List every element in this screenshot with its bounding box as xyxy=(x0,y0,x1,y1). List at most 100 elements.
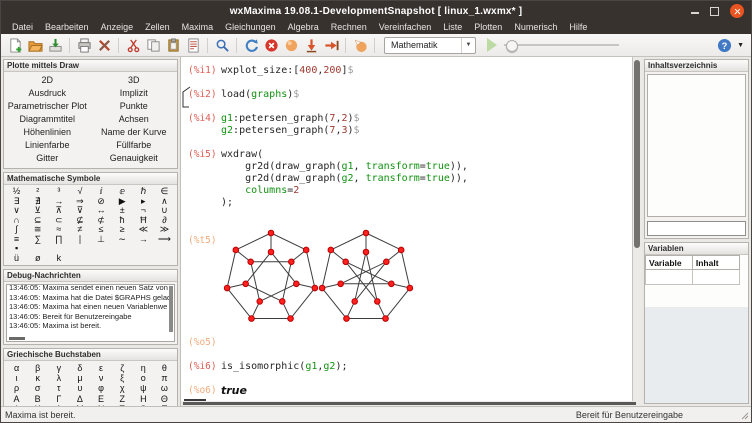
restart-icon[interactable] xyxy=(242,36,260,54)
greek-letter-button[interactable]: η xyxy=(133,363,154,373)
greek-letter-button[interactable]: μ xyxy=(69,373,90,383)
greek-letter-button[interactable]: Θ xyxy=(154,394,175,404)
animation-slider[interactable] xyxy=(504,38,619,52)
slider-thumb[interactable] xyxy=(506,40,518,52)
symbol-button[interactable]: ∼ xyxy=(112,235,133,245)
symbol-button[interactable]: ⊥ xyxy=(91,235,112,245)
draw-button[interactable]: Linienfarbe xyxy=(4,139,91,152)
greek-letter-button[interactable]: θ xyxy=(154,363,175,373)
draw-button[interactable]: Name der Kurve xyxy=(91,126,178,139)
maximize-button[interactable] xyxy=(710,7,719,16)
menu-maxima[interactable]: Maxima xyxy=(176,21,220,34)
draw-button[interactable]: Implizit xyxy=(91,87,178,100)
symbol-button[interactable]: ø xyxy=(27,254,48,264)
configure-icon[interactable] xyxy=(95,36,113,54)
symbol-button[interactable]: ∑ xyxy=(27,235,48,245)
toolbar-overflow-icon[interactable]: ▼ xyxy=(737,42,744,49)
menu-anzeige[interactable]: Anzeige xyxy=(95,21,140,34)
symbol-button[interactable]: → xyxy=(133,235,154,245)
worksheet[interactable]: (%i1)wxplot_size:[400,200]$(%i2)load(gra… xyxy=(180,57,632,406)
draw-button[interactable]: Ausdruck xyxy=(4,87,91,100)
code-block[interactable]: is_isomorphic(g1,g2); xyxy=(221,361,347,373)
play-button[interactable] xyxy=(487,38,497,52)
menu-gleichungen[interactable]: Gleichungen xyxy=(219,21,282,34)
worksheet-vertical-scrollbar[interactable] xyxy=(632,57,642,406)
draw-button[interactable]: Füllfarbe xyxy=(91,139,178,152)
print-icon[interactable] xyxy=(75,36,93,54)
worksheet-vertical-scrollbar-thumb[interactable] xyxy=(634,60,640,248)
draw-button[interactable]: Gitter xyxy=(4,152,91,165)
draw-button[interactable]: Punkte xyxy=(91,100,178,113)
close-button[interactable] xyxy=(730,4,744,18)
greek-letter-button[interactable]: π xyxy=(154,373,175,383)
debug-vertical-scrollbar[interactable] xyxy=(169,286,173,332)
toc-list[interactable] xyxy=(647,74,746,217)
draw-button[interactable]: Parametrischer Plot xyxy=(4,100,91,113)
active-cell-bracket[interactable] xyxy=(182,86,191,109)
greek-letter-button[interactable]: ο xyxy=(133,373,154,383)
code-block[interactable]: g1:petersen_graph(7,2)$g2:petersen_graph… xyxy=(221,113,360,137)
greek-letter-button[interactable]: Η xyxy=(133,394,154,404)
greek-letter-button[interactable]: Ζ xyxy=(112,394,133,404)
evaluate-cell-icon[interactable] xyxy=(282,36,300,54)
paste-icon[interactable] xyxy=(164,36,182,54)
cut-icon[interactable] xyxy=(124,36,142,54)
menu-datei[interactable]: Datei xyxy=(6,21,39,34)
greek-letter-button[interactable]: ζ xyxy=(112,363,133,373)
draw-button[interactable]: Höhenlinien xyxy=(4,126,91,139)
menu-hilfe[interactable]: Hilfe xyxy=(563,21,593,34)
toc-filter-input[interactable] xyxy=(647,221,746,236)
greek-letter-button[interactable]: α xyxy=(6,363,27,373)
debug-horizontal-scrollbar[interactable] xyxy=(9,337,25,340)
menu-algebra[interactable]: Algebra xyxy=(282,21,325,34)
help-icon[interactable]: ? xyxy=(715,36,733,54)
minimize-button[interactable] xyxy=(691,12,699,14)
greek-letter-button[interactable]: ξ xyxy=(112,373,133,383)
variable-name-cell[interactable] xyxy=(646,270,693,285)
draw-button[interactable]: 2D xyxy=(4,74,91,87)
greek-letter-button[interactable]: Ε xyxy=(91,394,112,404)
code-block[interactable]: wxdraw( gr2d(draw_graph(g1, transform=tr… xyxy=(221,149,468,209)
greek-letter-button[interactable]: φ xyxy=(91,383,112,393)
draw-button[interactable]: 3D xyxy=(91,74,178,87)
search-icon[interactable] xyxy=(213,36,231,54)
greek-letter-button[interactable]: χ xyxy=(112,383,133,393)
variables-table[interactable]: VariableInhalt xyxy=(645,255,740,285)
greek-letter-button[interactable]: ε xyxy=(91,363,112,373)
greek-letter-button[interactable]: ρ xyxy=(6,383,27,393)
draw-button[interactable]: Diagrammtitel xyxy=(4,113,91,126)
evaluate-till-here-icon[interactable] xyxy=(302,36,320,54)
draw-button[interactable]: Genauigkeit xyxy=(91,152,178,165)
greek-letter-button[interactable]: υ xyxy=(69,383,90,393)
greek-letter-button[interactable]: ν xyxy=(91,373,112,383)
menu-rechnen[interactable]: Rechnen xyxy=(325,21,373,34)
greek-letter-button[interactable]: Α xyxy=(6,394,27,404)
menu-zellen[interactable]: Zellen xyxy=(139,21,176,34)
copy-icon[interactable] xyxy=(144,36,162,54)
menu-vereinfachen[interactable]: Vereinfachen xyxy=(373,21,438,34)
interrupt-icon[interactable] xyxy=(262,36,280,54)
worksheet-horizontal-scrollbar-thumb[interactable] xyxy=(183,402,636,405)
greek-letter-button[interactable]: β xyxy=(27,363,48,373)
save-icon[interactable] xyxy=(46,36,64,54)
open-folder-icon[interactable] xyxy=(26,36,44,54)
menu-bearbeiten[interactable]: Bearbeiten xyxy=(39,21,95,34)
symbol-button[interactable]: ⟶ xyxy=(154,235,175,245)
symbol-button[interactable]: ∣ xyxy=(69,235,90,245)
greek-letter-button[interactable]: τ xyxy=(48,383,69,393)
code-block[interactable]: wxplot_size:[400,200]$ xyxy=(221,65,354,77)
greek-letter-button[interactable]: γ xyxy=(48,363,69,373)
symbol-button[interactable]: ü xyxy=(6,254,27,264)
mode-dropdown[interactable]: Mathematik ▼ xyxy=(384,37,476,54)
draw-button[interactable]: Achsen xyxy=(91,113,178,126)
variables-table-row[interactable] xyxy=(646,270,740,285)
greek-letter-button[interactable]: ι xyxy=(6,373,27,383)
greek-letter-button[interactable]: Γ xyxy=(48,394,69,404)
menu-numerisch[interactable]: Numerisch xyxy=(508,21,563,34)
greek-letter-button[interactable]: Β xyxy=(27,394,48,404)
menu-liste[interactable]: Liste xyxy=(437,21,468,34)
symbol-button[interactable]: ∏ xyxy=(48,235,69,245)
greek-letter-button[interactable]: λ xyxy=(48,373,69,383)
greek-letter-button[interactable]: ω xyxy=(154,383,175,393)
greek-letter-button[interactable]: ψ xyxy=(133,383,154,393)
